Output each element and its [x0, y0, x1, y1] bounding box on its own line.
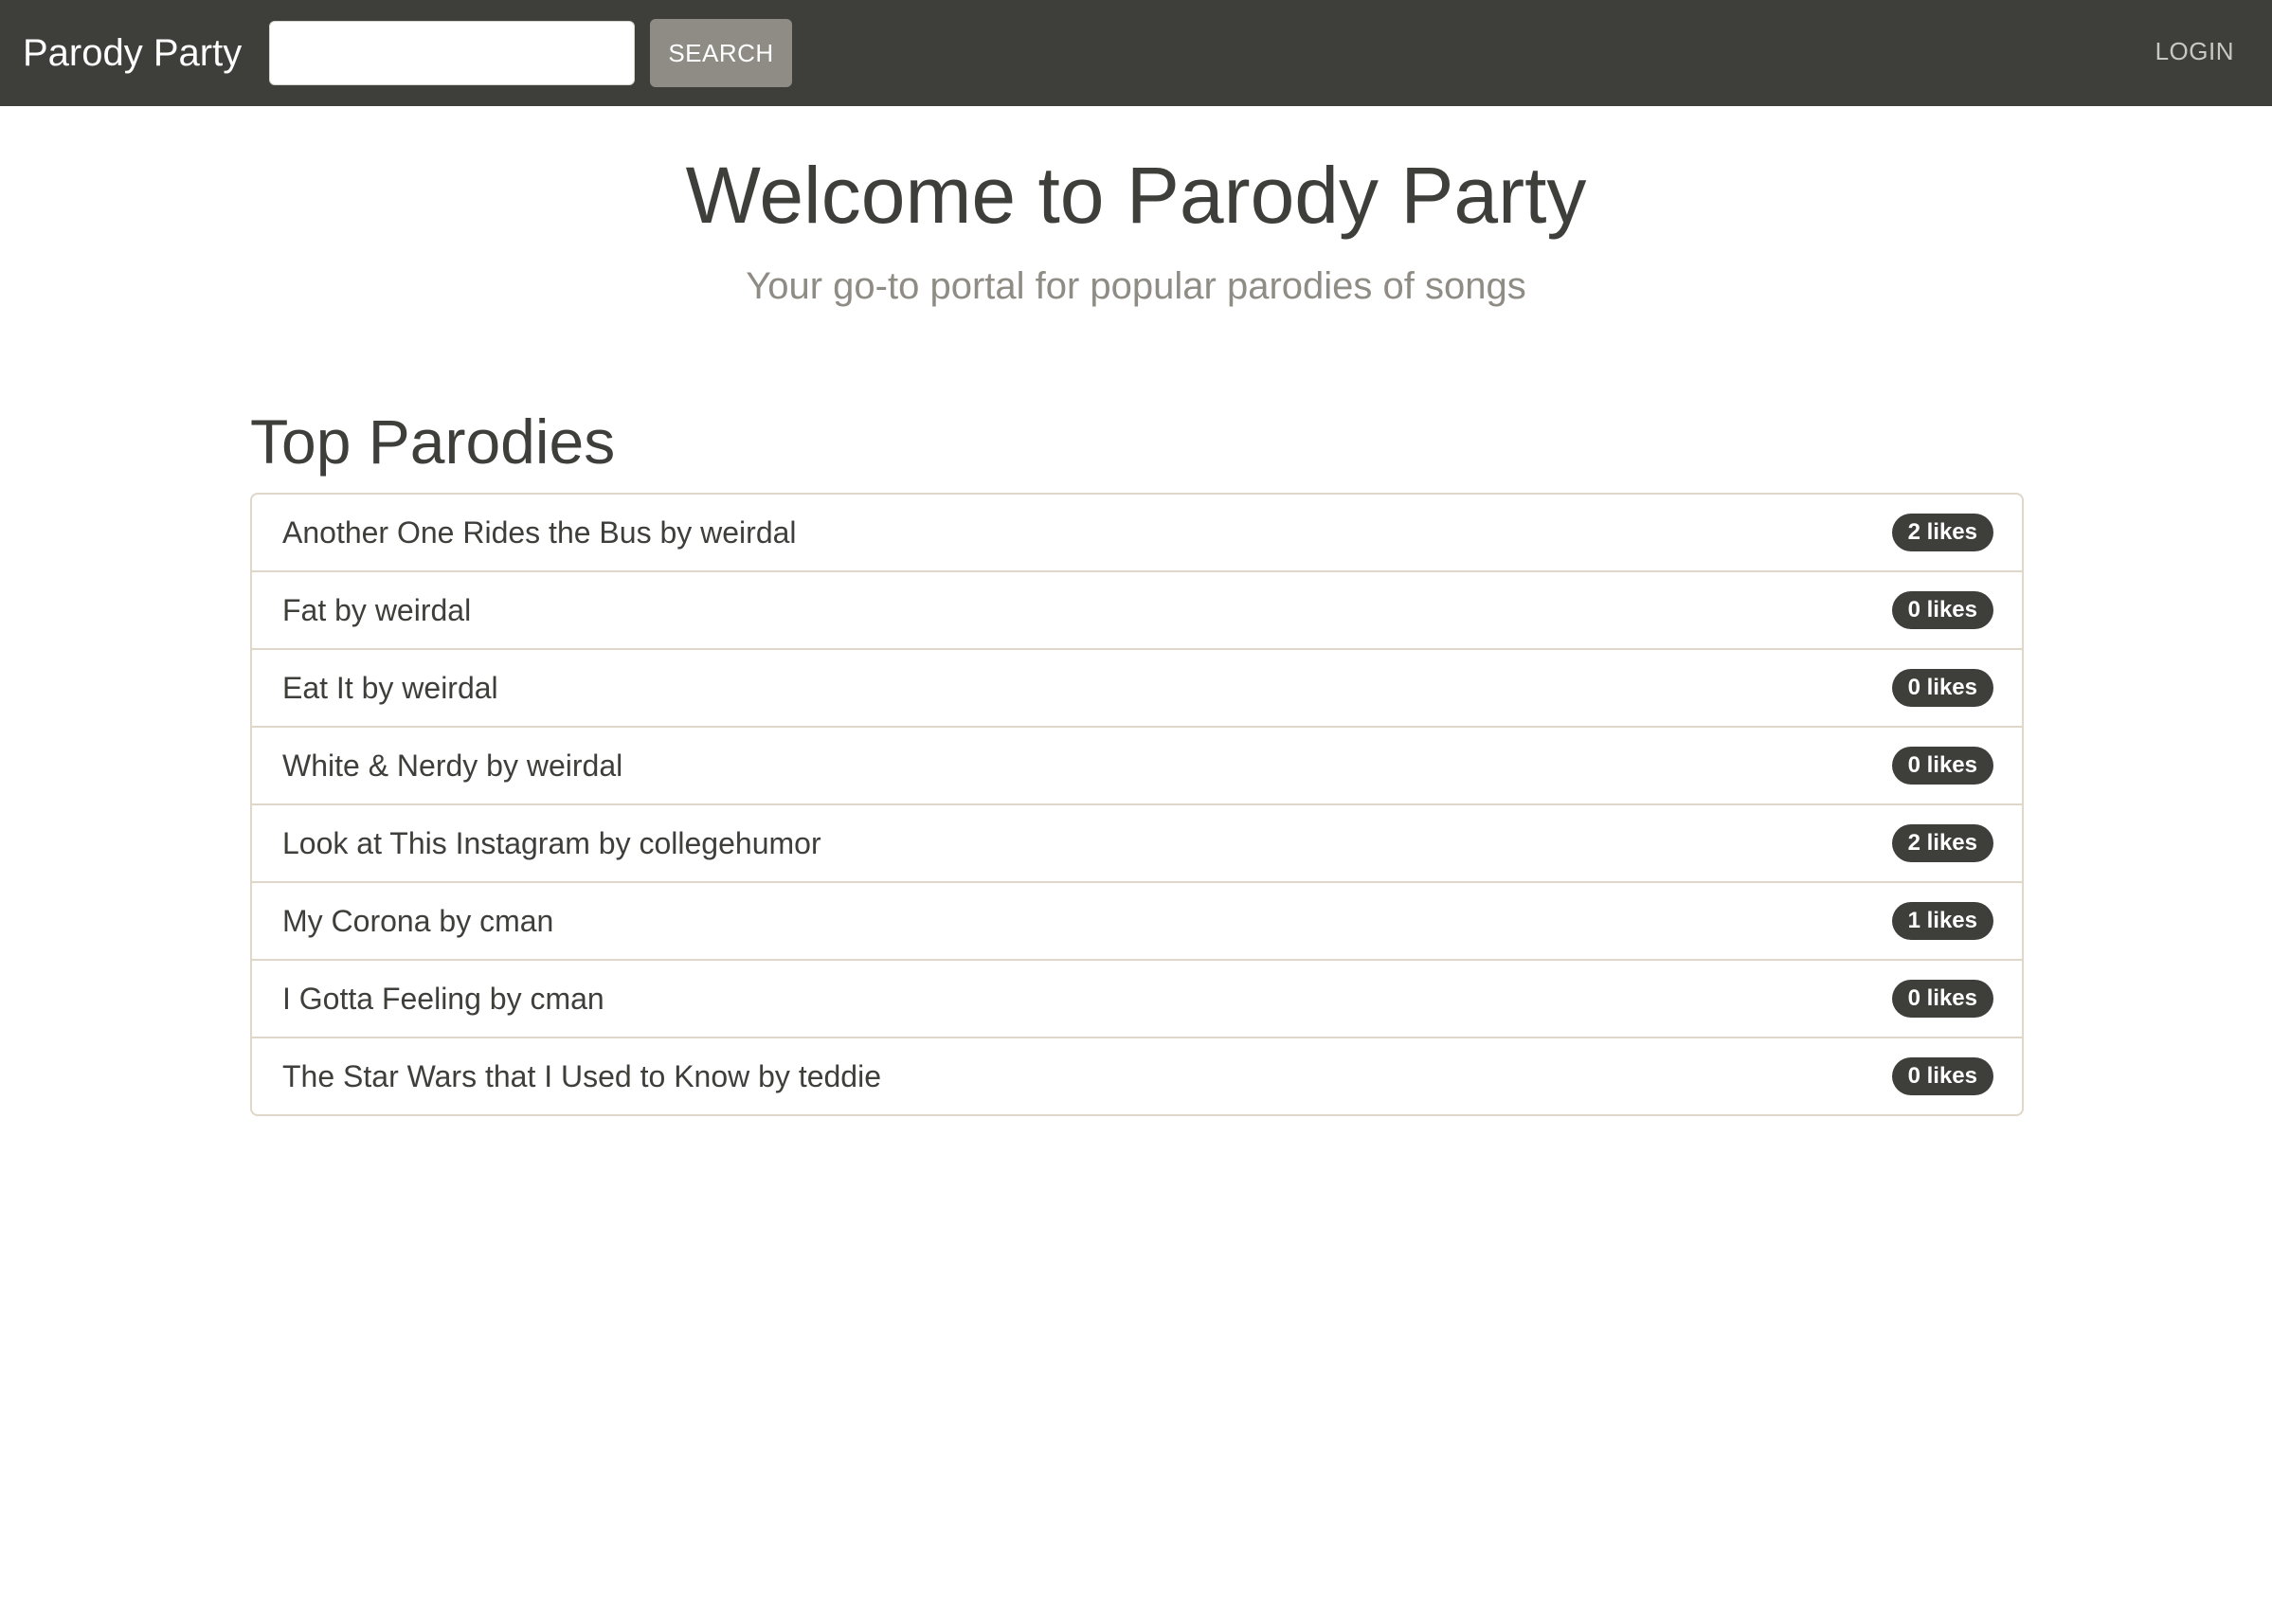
likes-badge: 2 likes: [1891, 824, 1993, 862]
likes-badge: 0 likes: [1891, 747, 1993, 785]
list-item[interactable]: Fat by weirdal 0 likes: [252, 572, 2022, 650]
list-item[interactable]: I Gotta Feeling by cman 0 likes: [252, 961, 2022, 1038]
parody-title: Fat by weirdal: [282, 593, 472, 627]
list-item[interactable]: Look at This Instagram by collegehumor 2…: [252, 805, 2022, 883]
parody-title: I Gotta Feeling by cman: [282, 982, 604, 1016]
parody-title: The Star Wars that I Used to Know by ted…: [282, 1059, 881, 1093]
brand-link[interactable]: Parody Party: [23, 28, 242, 78]
login-link[interactable]: LOGIN: [2155, 34, 2234, 68]
top-parodies-heading: Top Parodies: [250, 406, 616, 477]
list-item[interactable]: The Star Wars that I Used to Know by ted…: [252, 1038, 2022, 1114]
search-button[interactable]: SEARCH: [650, 19, 792, 87]
parody-title: Another One Rides the Bus by weirdal: [282, 515, 797, 550]
likes-badge: 0 likes: [1891, 591, 1993, 629]
parody-title: Eat It by weirdal: [282, 671, 498, 705]
likes-badge: 1 likes: [1891, 902, 1993, 940]
search-input[interactable]: [269, 21, 635, 85]
likes-badge: 0 likes: [1891, 980, 1993, 1018]
page-subtitle: Your go-to portal for popular parodies o…: [746, 265, 1526, 307]
parody-title: My Corona by cman: [282, 904, 554, 938]
parody-list: Another One Rides the Bus by weirdal 2 l…: [250, 493, 2024, 1116]
list-item[interactable]: White & Nerdy by weirdal 0 likes: [252, 728, 2022, 805]
list-item[interactable]: Another One Rides the Bus by weirdal 2 l…: [252, 495, 2022, 572]
page-title: Welcome to Parody Party: [685, 151, 1587, 240]
parody-title: White & Nerdy by weirdal: [282, 749, 623, 783]
list-item[interactable]: My Corona by cman 1 likes: [252, 883, 2022, 961]
likes-badge: 0 likes: [1891, 1057, 1993, 1095]
navbar: Parody Party SEARCH LOGIN: [0, 0, 2272, 106]
likes-badge: 0 likes: [1891, 669, 1993, 707]
likes-badge: 2 likes: [1891, 514, 1993, 551]
list-item[interactable]: Eat It by weirdal 0 likes: [252, 650, 2022, 728]
parody-title: Look at This Instagram by collegehumor: [282, 826, 821, 860]
